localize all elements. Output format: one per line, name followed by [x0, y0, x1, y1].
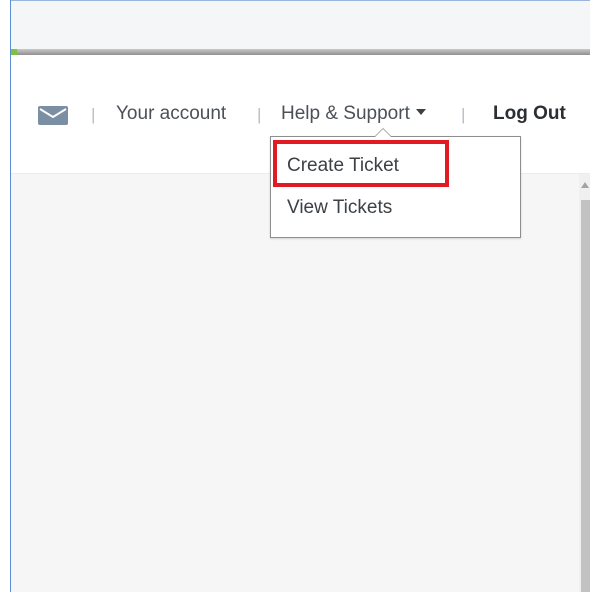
help-support-dropdown: Create Ticket View Tickets — [270, 128, 521, 238]
create-ticket-menu-item[interactable]: Create Ticket — [287, 154, 399, 178]
nav-separator: | — [461, 105, 466, 124]
nav-separator: | — [257, 105, 262, 124]
account-nav: | Your account | Help & Support | Log Ou… — [11, 99, 590, 131]
caret-down-icon — [415, 108, 426, 115]
browser-frame: | Your account | Help & Support | Log Ou… — [0, 0, 590, 592]
scroll-thumb[interactable] — [581, 200, 590, 592]
scroll-up-arrow-icon[interactable] — [581, 182, 589, 188]
view-tickets-menu-item[interactable]: View Tickets — [287, 196, 392, 220]
help-support-label: Help & Support — [281, 103, 410, 124]
dropdown-pointer-fill — [375, 129, 391, 137]
log-out-link[interactable]: Log Out — [493, 102, 566, 126]
browser-top-bar — [11, 0, 590, 50]
envelope-icon[interactable] — [38, 106, 68, 125]
help-support-menu[interactable]: Help & Support — [281, 102, 426, 126]
nav-separator: | — [91, 105, 96, 124]
your-account-link[interactable]: Your account — [116, 102, 226, 126]
vertical-scrollbar[interactable] — [579, 174, 590, 592]
